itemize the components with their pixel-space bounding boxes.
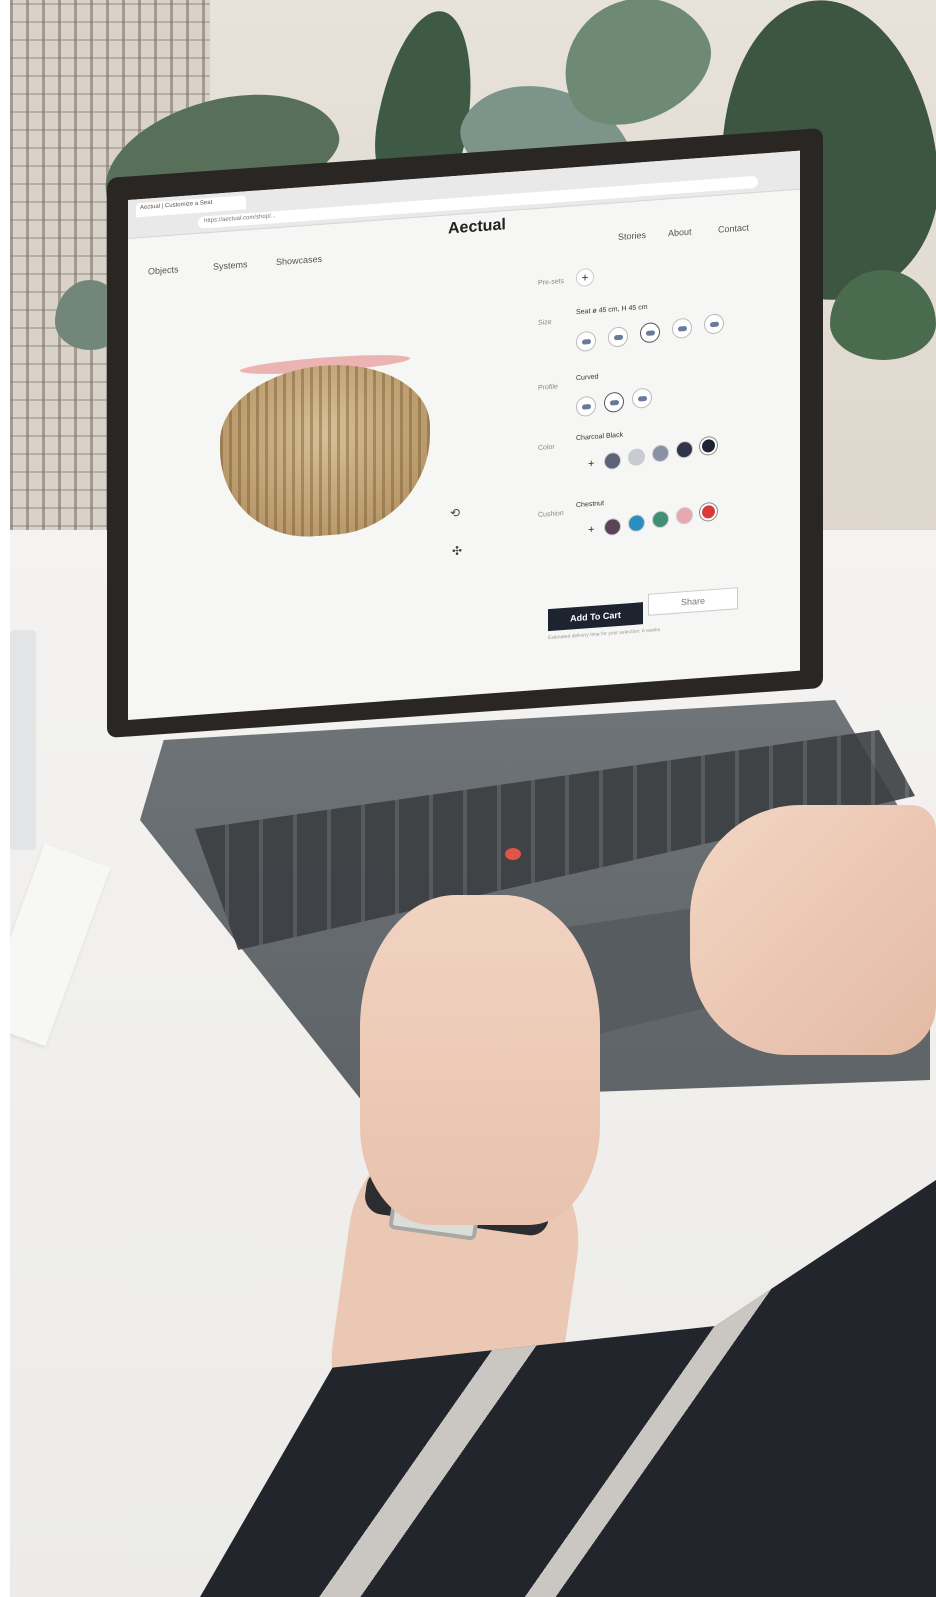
cushion-swatch[interactable] [604,517,621,537]
nav-contact[interactable]: Contact [718,222,749,234]
nav-showcases[interactable]: Showcases [276,254,322,267]
cushion-label: Cushion [538,510,564,519]
nav-systems[interactable]: Systems [213,259,248,272]
profile-value: Curved [576,373,599,383]
nav-about[interactable]: About [668,227,692,239]
profile-option-selected[interactable] [604,391,624,414]
brand-logo[interactable]: Aectual [448,216,506,238]
color-swatch[interactable] [628,448,645,467]
size-option[interactable] [576,330,596,353]
color-label: Color [538,443,555,452]
nav-stories[interactable]: Stories [618,230,646,242]
color-swatch[interactable] [652,444,669,463]
laptop-screen: Aectual | Customize a Seat https://aectu… [128,150,800,721]
photo-scene: Aectual | Customize a Seat https://aectu… [0,0,936,1597]
profile-label: Profile [538,383,558,392]
cushion-swatch[interactable] [628,514,645,533]
rotate-icon[interactable]: ⟲ [450,506,460,521]
left-hand [360,895,600,1225]
cushion-value: Chestnut [576,500,605,510]
photo-border [0,0,10,1597]
size-value: Seat ø 45 cm, H 45 cm [576,303,648,317]
cushion-swatch[interactable] [652,510,669,529]
size-label: Size [538,318,552,327]
size-option[interactable] [672,317,692,340]
color-add-icon[interactable]: + [588,458,594,470]
size-option[interactable] [608,326,628,348]
cushion-swatch[interactable] [676,506,693,525]
color-swatch[interactable] [604,451,621,471]
color-swatch[interactable] [676,440,693,459]
size-option[interactable] [704,313,724,335]
color-swatch-selected[interactable] [700,436,717,455]
cushion-swatch-selected[interactable] [700,502,717,521]
profile-option[interactable] [632,387,652,409]
nav-objects[interactable]: Objects [148,264,179,276]
move-icon[interactable]: ✣ [452,543,462,558]
cushion-add-icon[interactable]: + [588,524,594,536]
trackpoint [505,848,521,860]
color-value: Charcoal Black [576,431,624,443]
add-to-cart-button[interactable]: Add To Cart [548,602,643,632]
share-button[interactable]: Share [648,587,738,616]
product-3d-seat[interactable] [220,357,430,544]
right-hand [690,805,936,1055]
add-preset-button[interactable]: + [576,267,594,288]
pre-sets-label: Pre-sets [538,277,565,287]
size-option-selected[interactable] [640,321,660,344]
glass-cup [10,630,36,850]
profile-option[interactable] [576,395,596,418]
